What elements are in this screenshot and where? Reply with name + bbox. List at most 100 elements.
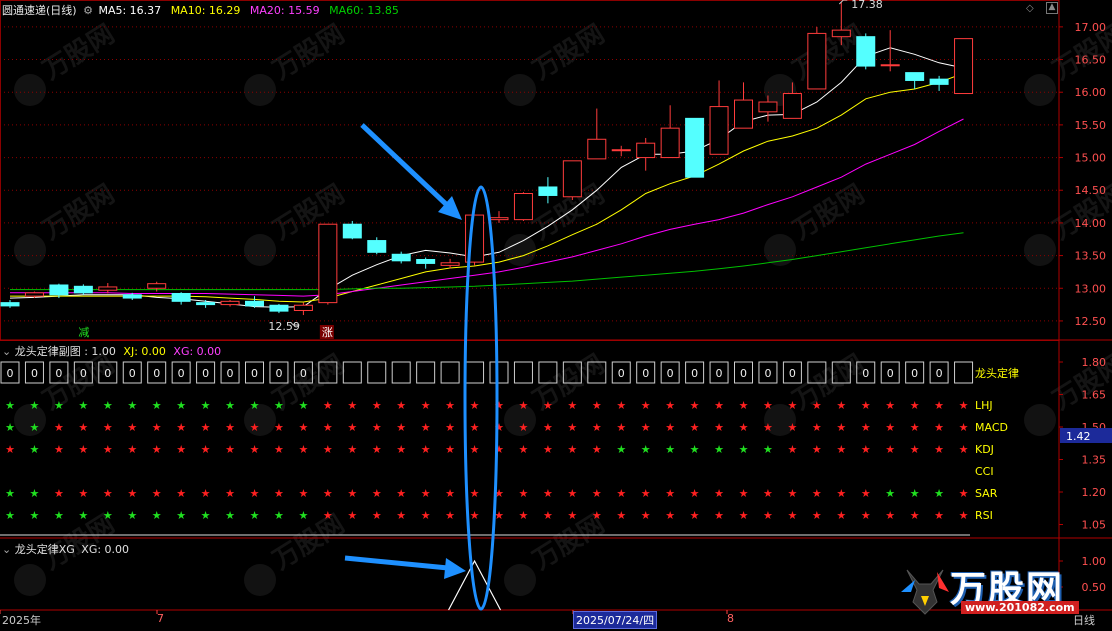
sub-cursor-value: 1.42 [1066, 430, 1091, 443]
signal-box [513, 361, 533, 384]
signal-box-digit: 0 [300, 367, 307, 380]
signal-star: ★ [690, 487, 700, 500]
period-label[interactable]: 日线 [1073, 612, 1095, 628]
signal-star: ★ [714, 443, 724, 456]
signal-star: ★ [763, 443, 773, 456]
signal-star: ★ [372, 487, 382, 500]
signal-star: ★ [470, 509, 480, 522]
signal-star: ★ [885, 509, 895, 522]
signal-box-frame [954, 361, 974, 384]
signal-star: ★ [519, 509, 529, 522]
candle [293, 302, 313, 316]
signal-star: ★ [934, 421, 944, 434]
signal-star: ★ [592, 509, 602, 522]
signal-star: ★ [470, 421, 480, 434]
xg-panel-header: ⌄ 龙头定律XG XG: 0.00 [2, 541, 129, 557]
signal-star: ★ [616, 509, 626, 522]
cursor-date-label: 2025/07/24/四 [573, 611, 658, 629]
watermark-bull-mark [14, 234, 46, 266]
candle-body [98, 286, 118, 291]
kline-chart[interactable]: 万股网 万股网 万股网 万股网 万股网万股网 万股网 万股网 万股网 万股网万股网 万股网 万股网万… [0, 0, 1112, 627]
sub-row-label: MACD [975, 421, 1008, 434]
candle-body [709, 106, 729, 155]
signal-star: ★ [665, 443, 675, 456]
signal-box: 0 [220, 361, 240, 384]
signal-star: ★ [714, 487, 724, 500]
sub-row-label: RSI [975, 509, 993, 522]
diamond-icon[interactable]: ◇ [1026, 3, 1034, 14]
signal-star: ★ [54, 509, 64, 522]
watermark-bull-mark [14, 564, 46, 596]
candle [489, 211, 509, 223]
signal-box: 0 [905, 361, 925, 384]
signal-star: ★ [665, 421, 675, 434]
gear-icon[interactable]: ⚙ [83, 4, 93, 17]
signal-box: 0 [782, 361, 802, 384]
collapse-panel-icon[interactable]: ▲ [1046, 2, 1058, 14]
chevron-down-icon[interactable]: ⌄ [2, 543, 11, 556]
signal-box-digit: 0 [667, 367, 674, 380]
signal-star: ★ [787, 509, 797, 522]
signal-star: ★ [201, 487, 211, 500]
signal-star: ★ [665, 509, 675, 522]
candle [636, 137, 656, 171]
signal-box: 0 [611, 361, 631, 384]
main-tick-label: 15.00 [1075, 152, 1107, 165]
chevron-down-icon[interactable]: ⌄ [2, 345, 11, 358]
signal-star: ★ [127, 399, 137, 412]
candle-body [245, 300, 264, 307]
candle-body [856, 36, 876, 67]
high-price-label: 17.38 [851, 0, 883, 11]
signal-star: ★ [30, 399, 40, 412]
main-tick-label: 16.00 [1075, 86, 1107, 99]
candle-body [269, 304, 289, 312]
signal-star: ★ [910, 509, 920, 522]
signal-star: ★ [641, 443, 651, 456]
signal-star: ★ [690, 443, 700, 456]
ma-line-ma10 [10, 72, 964, 303]
signal-star: ★ [763, 509, 773, 522]
candle-body [122, 294, 142, 299]
watermark-text: 万股网 [528, 19, 610, 86]
signal-star: ★ [812, 509, 822, 522]
watermark-text: 万股网 [38, 179, 120, 246]
candle [196, 300, 216, 308]
signal-star: ★ [836, 421, 846, 434]
signal-star: ★ [959, 443, 969, 456]
candle [734, 82, 753, 129]
main-tick-label: 13.00 [1075, 282, 1107, 295]
signal-star: ★ [641, 399, 651, 412]
signal-box-digit: 0 [55, 367, 62, 380]
xg-value: XG: 0.00 [173, 345, 222, 358]
signal-star: ★ [78, 399, 88, 412]
signal-box-digit: 0 [7, 367, 14, 380]
signal-star: ★ [176, 421, 186, 434]
signal-box: 0 [0, 361, 20, 384]
candle [367, 237, 387, 255]
signal-box-digit: 0 [153, 367, 160, 380]
candle [220, 300, 240, 307]
signal-box-digit: 0 [80, 367, 87, 380]
signal-star: ★ [836, 443, 846, 456]
signal-star: ★ [225, 487, 235, 500]
signal-star: ★ [323, 399, 333, 412]
signal-star: ★ [323, 487, 333, 500]
signal-box: 0 [24, 361, 44, 384]
signal-star: ★ [274, 509, 284, 522]
signal-box-frame [440, 361, 460, 384]
main-tick-label: 17.00 [1075, 21, 1107, 34]
signal-star: ★ [250, 443, 260, 456]
watermark-bull-mark [244, 564, 276, 596]
signal-star: ★ [127, 421, 137, 434]
signal-star: ★ [103, 509, 113, 522]
signal-star: ★ [274, 487, 284, 500]
signal-star: ★ [347, 443, 357, 456]
signal-star: ★ [54, 487, 64, 500]
signal-star: ★ [885, 421, 895, 434]
signal-star: ★ [910, 421, 920, 434]
signal-star: ★ [103, 399, 113, 412]
signal-star: ★ [225, 443, 235, 456]
signal-star: ★ [543, 509, 553, 522]
ma10-label: MA10: 16.29 [170, 4, 241, 17]
signal-star: ★ [910, 399, 920, 412]
